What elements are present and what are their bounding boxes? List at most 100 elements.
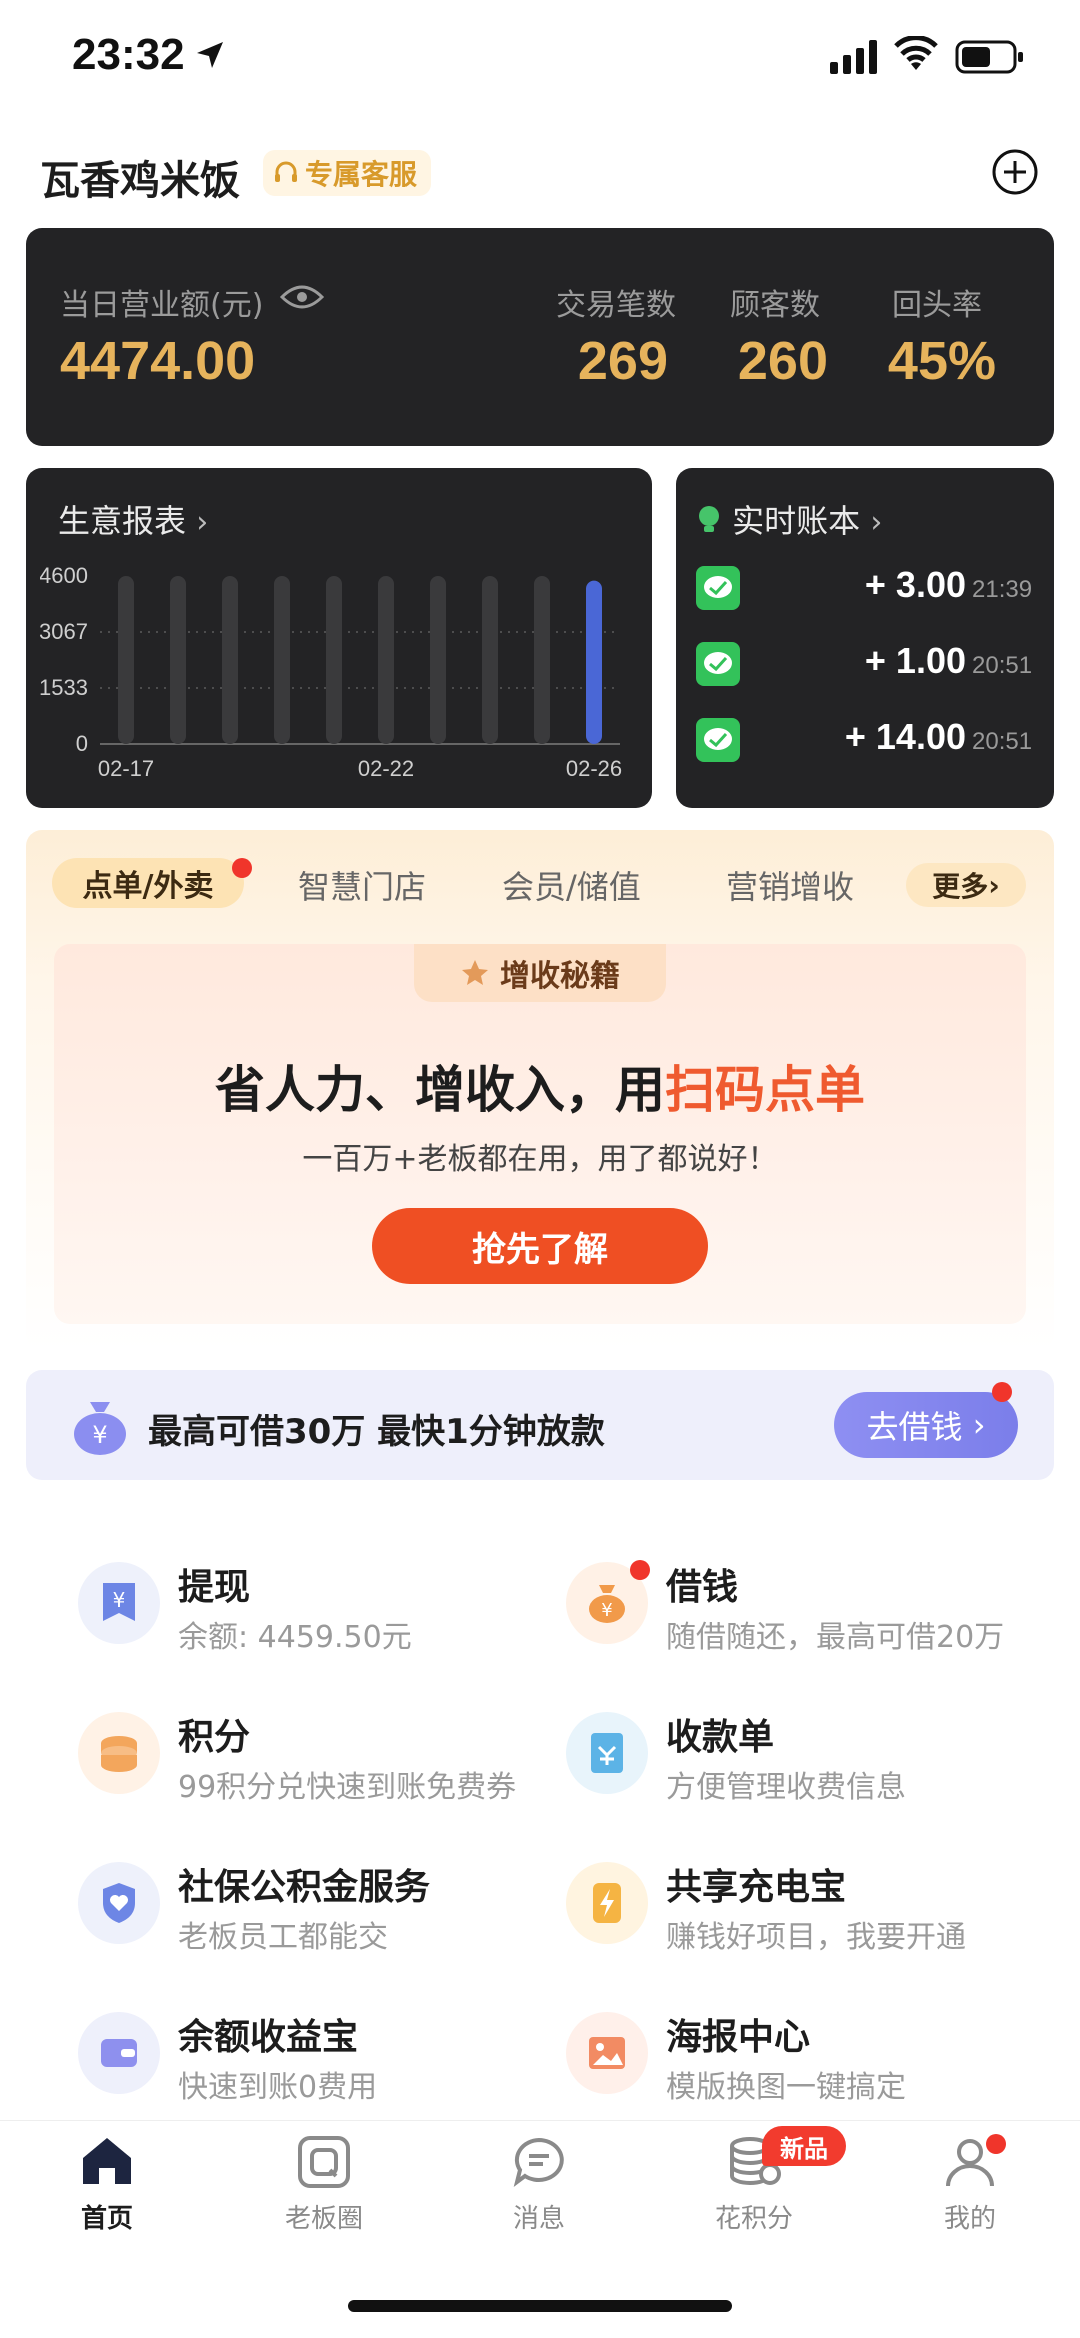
return-rate-value: 45% <box>887 331 996 391</box>
borrow-button-label: 去借钱 <box>866 1408 963 1446</box>
money-bag-icon: ¥ <box>74 1402 126 1455</box>
tab-marketing[interactable]: 营销增收 <box>726 862 854 908</box>
chart-bar[interactable] <box>326 576 342 744</box>
customer-service-button[interactable]: 专属客服 <box>263 150 432 196</box>
notification-dot <box>232 858 252 878</box>
service-title[interactable]: 社保公积金服务 <box>178 1858 430 1910</box>
receipt-icon <box>566 1712 648 1794</box>
status-time: 23:32 <box>72 30 185 79</box>
chart-bar[interactable] <box>534 576 550 744</box>
learn-more-button[interactable]: 抢先了解 <box>372 1208 708 1284</box>
battery-icon <box>955 40 1023 74</box>
service-subtitle: 余额: 4459.50元 <box>178 1620 412 1655</box>
ledger-row[interactable]: + 14.00 20:51 <box>696 714 1036 774</box>
service-item-receipt[interactable] <box>566 1712 648 1794</box>
shield-icon <box>78 1862 160 1944</box>
home-indicator <box>348 2300 732 2312</box>
promo-title: 省人力、增收入，用扫码点单 <box>0 1050 1080 1122</box>
service-subtitle: 赚钱好项目，我要开通 <box>666 1920 966 1955</box>
tab-home-label: 首页 <box>80 2204 133 2234</box>
image-icon <box>566 2012 648 2094</box>
store-name[interactable]: 瓦香鸡米饭 <box>40 148 240 206</box>
ledger-amount: + 14.00 <box>844 716 966 757</box>
tab-spend-points-label: 花积分 <box>714 2204 793 2234</box>
revenue-label: 当日营业额(元) <box>60 288 264 323</box>
ledger-amount: + 3.00 <box>864 564 966 605</box>
service-title[interactable]: 海报中心 <box>666 2008 810 2060</box>
customer-service-label: 专属客服 <box>305 158 418 191</box>
chart-bar[interactable] <box>586 580 602 744</box>
svg-text:¥: ¥ <box>601 1600 612 1621</box>
service-title[interactable]: 余额收益宝 <box>178 2008 358 2060</box>
loan-text: 最高可借30万 最快1分钟放款 <box>148 1412 605 1452</box>
service-item-power-bank[interactable] <box>566 1862 648 1944</box>
ledger-time: 20:51 <box>972 728 1033 755</box>
customers-label: 顾客数 <box>730 288 820 323</box>
x-tick-label: 02-22 <box>358 756 414 781</box>
star-icon <box>462 960 488 985</box>
tab-boss-circle[interactable]: 老板圈 <box>244 2136 404 2235</box>
ledger-title[interactable]: 实时账本 › <box>696 496 882 542</box>
tab-order-delivery[interactable]: 点单/外卖 <box>52 858 244 908</box>
y-tick-label: 4600 <box>40 563 88 588</box>
tab-smart-store[interactable]: 智慧门店 <box>298 862 426 908</box>
service-title[interactable]: 收款单 <box>666 1708 774 1760</box>
service-item-points[interactable] <box>78 1712 160 1794</box>
service-item-poster-center[interactable] <box>566 2012 648 2094</box>
transactions-label: 交易笔数 <box>556 288 676 323</box>
tab-messages[interactable]: 消息 <box>459 2136 619 2235</box>
chart-bar[interactable] <box>482 576 498 744</box>
chart-bar[interactable] <box>170 576 186 744</box>
chart-bar[interactable] <box>222 576 238 744</box>
service-subtitle: 99积分兑快速到账免费券 <box>178 1770 517 1805</box>
notification-dot <box>630 1560 650 1580</box>
svg-text:¥: ¥ <box>92 1421 107 1449</box>
chart-bar[interactable] <box>274 576 290 744</box>
tab-order-delivery-label: 点单/外卖 <box>82 869 214 904</box>
notification-dot <box>992 1382 1012 1402</box>
headset-icon <box>275 161 297 182</box>
svg-text:¥: ¥ <box>113 1588 126 1612</box>
chart-bar[interactable] <box>430 576 446 744</box>
lightning-icon <box>566 1862 648 1944</box>
service-item-balance-yield[interactable] <box>78 2012 160 2094</box>
tab-home[interactable]: 首页 <box>27 2136 187 2235</box>
notification-dot <box>986 2134 1006 2154</box>
service-title[interactable]: 提现 <box>178 1558 250 1610</box>
ledger-time: 20:51 <box>972 652 1033 679</box>
eye-icon[interactable] <box>280 283 324 311</box>
wechat-icon <box>696 718 740 762</box>
ledger-row[interactable]: + 1.00 20:51 <box>696 638 1036 698</box>
tab-boss-circle-label: 老板圈 <box>284 2204 363 2234</box>
chevron-right-icon: › <box>988 868 1000 902</box>
chart-bar[interactable] <box>118 576 134 744</box>
ledger-time: 21:39 <box>972 576 1033 603</box>
chat-bubble-icon <box>513 2137 564 2187</box>
borrow-button[interactable]: 去借钱 › <box>834 1392 1018 1458</box>
chevron-right-icon: › <box>870 505 883 540</box>
service-item-social-security[interactable] <box>78 1862 160 1944</box>
x-tick-label: 02-26 <box>566 756 622 781</box>
service-title[interactable]: 共享充电宝 <box>666 1858 846 1910</box>
business-report-title[interactable]: 生意报表 › <box>58 496 208 542</box>
service-item-withdraw[interactable]: ¥ <box>78 1562 160 1644</box>
ledger-amount: + 1.00 <box>864 640 966 681</box>
chevron-right-icon: › <box>972 1406 986 1444</box>
ledger-row[interactable]: + 3.00 21:39 <box>696 562 1036 622</box>
wallet-icon <box>78 2012 160 2094</box>
service-title[interactable]: 积分 <box>178 1708 250 1760</box>
tab-profile-label: 我的 <box>943 2204 996 2234</box>
wechat-icon <box>696 566 740 610</box>
revenue-value: 4474.00 <box>60 331 256 391</box>
more-tabs-button[interactable]: 更多 › <box>906 863 1026 907</box>
withdraw-icon: ¥ <box>78 1562 160 1644</box>
tab-membership[interactable]: 会员/储值 <box>502 862 641 908</box>
chart-bar[interactable] <box>378 576 394 744</box>
tab-messages-label: 消息 <box>512 2204 565 2234</box>
tab-profile[interactable]: 我的 <box>890 2136 1050 2235</box>
promo-ribbon-label: 增收秘籍 <box>500 959 620 994</box>
wifi-icon <box>894 36 938 70</box>
add-circle-icon[interactable] <box>991 148 1039 196</box>
service-title[interactable]: 借钱 <box>666 1558 738 1610</box>
service-subtitle: 方便管理收费信息 <box>666 1770 906 1805</box>
